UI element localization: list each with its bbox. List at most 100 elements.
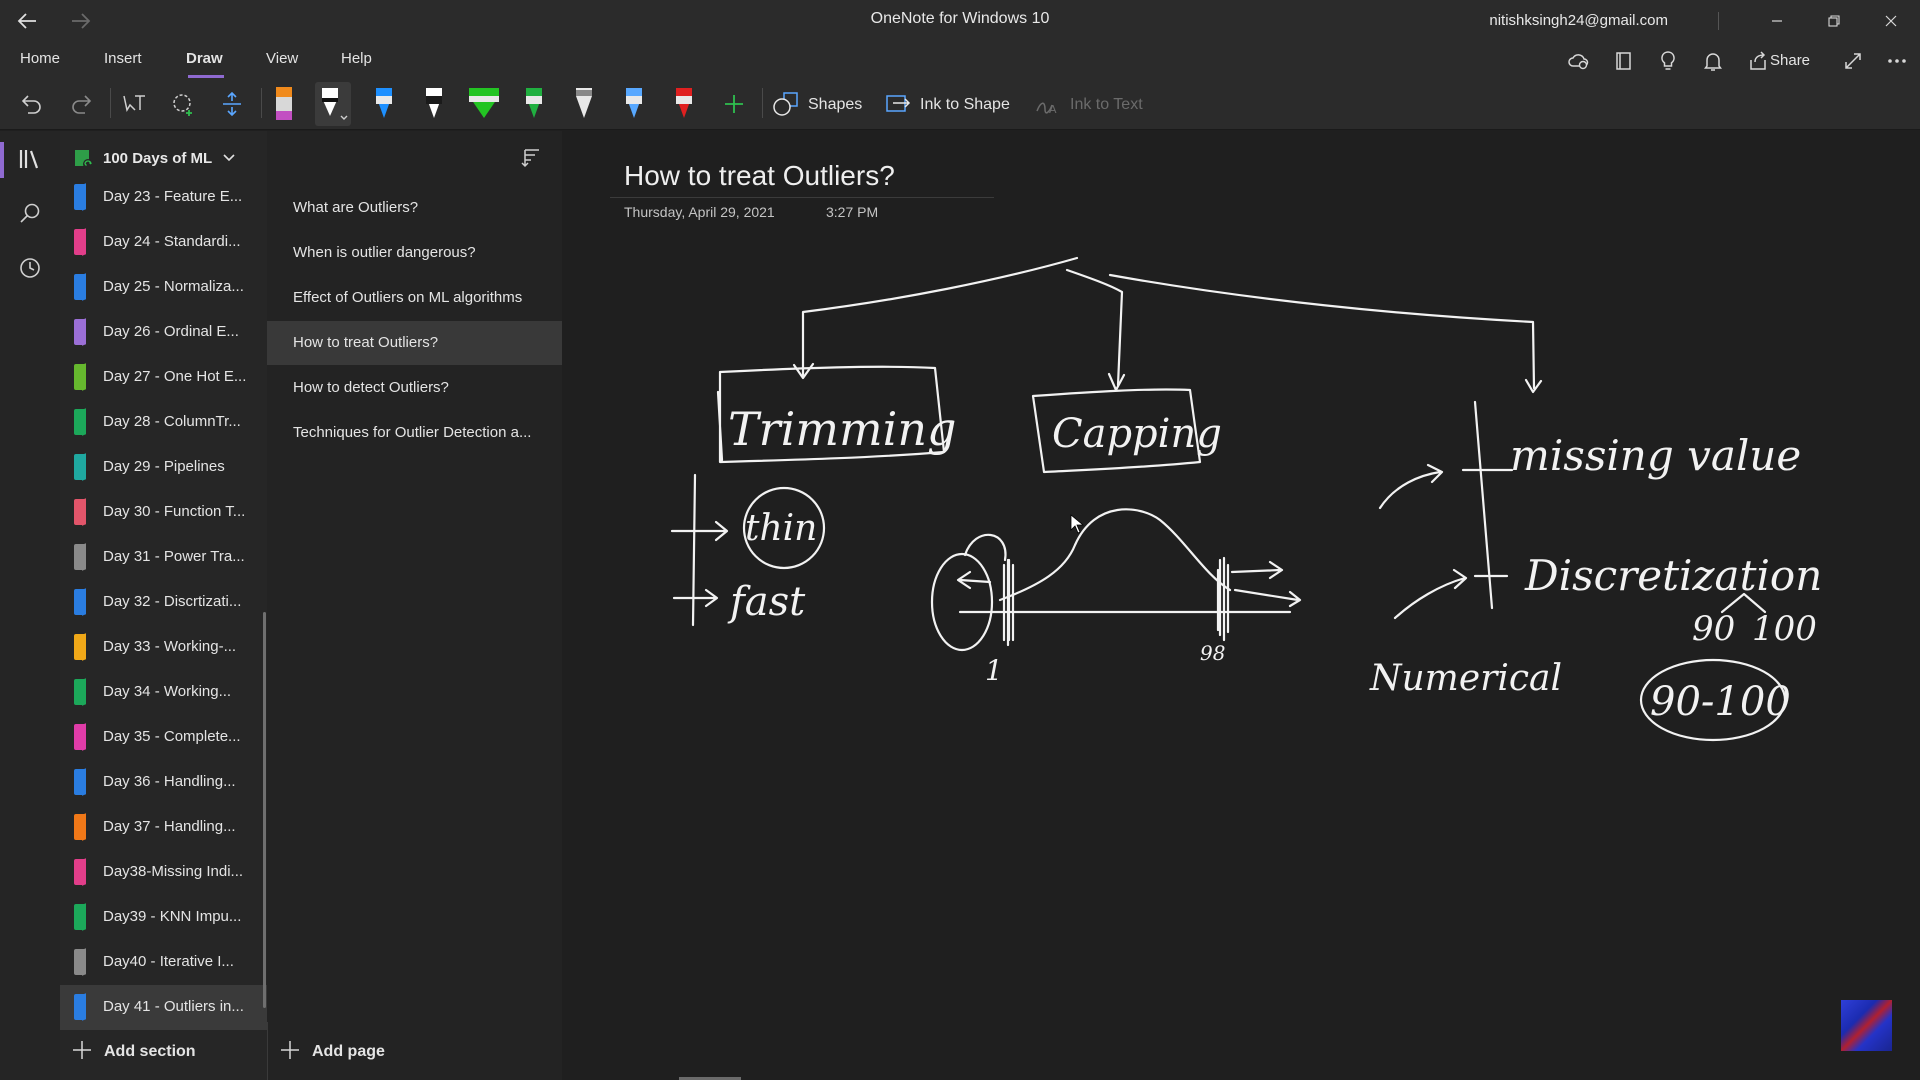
section-item[interactable]: Day38-Missing Indi... (60, 850, 267, 895)
pencil-gray-icon[interactable] (566, 82, 602, 126)
page-item[interactable]: When is outlier dangerous? (267, 231, 562, 275)
pen-red-icon[interactable] (666, 82, 702, 126)
share-button[interactable]: Share (1770, 52, 1810, 69)
section-label: Day 30 - Function T... (103, 503, 246, 520)
section-label: Day 34 - Working... (103, 683, 232, 700)
section-item[interactable]: Day 25 - Normaliza... (60, 265, 267, 310)
notebook-name[interactable]: 100 Days of ML (103, 150, 212, 167)
ink-to-shape-button[interactable]: Ink to Shape (920, 96, 1010, 114)
section-label: Day39 - KNN Impu... (103, 908, 242, 925)
section-item[interactable]: Day 33 - Working-... (60, 625, 267, 670)
section-item[interactable]: Day 30 - Function T... (60, 490, 267, 535)
back-arrow-icon[interactable] (4, 0, 50, 42)
shapes-icon[interactable] (768, 82, 804, 126)
lasso-select-icon[interactable] (165, 82, 201, 126)
section-color-tab (74, 859, 84, 885)
page-label: Effect of Outliers on ML algorithms (293, 289, 523, 306)
section-label: Day 31 - Power Tra... (103, 548, 245, 565)
section-item[interactable]: Day 28 - ColumnTr... (60, 400, 267, 445)
share-icon[interactable] (1743, 46, 1773, 76)
section-label: Day38-Missing Indi... (103, 863, 244, 880)
sync-status-icon[interactable] (1564, 46, 1594, 76)
page-item[interactable]: Effect of Outliers on ML algorithms (267, 276, 562, 320)
section-color-tab (74, 634, 84, 660)
section-label: Day 29 - Pipelines (103, 458, 225, 475)
add-pen-icon[interactable] (716, 82, 752, 126)
section-item[interactable]: Day40 - Iterative I... (60, 940, 267, 985)
highlighter-green-icon[interactable] (466, 82, 502, 126)
plus-icon[interactable] (280, 1040, 300, 1065)
section-item[interactable]: Day 29 - Pipelines (60, 445, 267, 490)
section-item[interactable]: Day 27 - One Hot E... (60, 355, 267, 400)
bell-icon[interactable] (1698, 46, 1728, 76)
section-color-tab (74, 724, 84, 750)
type-select-icon[interactable] (116, 82, 152, 126)
tab-view[interactable]: View (266, 50, 298, 67)
search-icon[interactable] (14, 197, 46, 229)
section-item[interactable]: Day39 - KNN Impu... (60, 895, 267, 940)
section-label: Day 36 - Handling... (103, 773, 236, 790)
sections-scrollbar[interactable] (263, 612, 266, 1008)
plus-icon[interactable] (72, 1040, 92, 1065)
section-color-tab (74, 679, 84, 705)
pen-white-icon[interactable] (416, 82, 452, 126)
section-label: Day 27 - One Hot E... (103, 368, 247, 385)
toolbar-divider (110, 88, 111, 118)
redo-icon[interactable] (64, 82, 100, 126)
notebooks-icon[interactable] (14, 143, 46, 175)
pen-blue-icon[interactable] (366, 82, 402, 126)
section-item[interactable]: Day 41 - Outliers in... (60, 985, 267, 1030)
shapes-button[interactable]: Shapes (808, 96, 862, 114)
pen-light-blue-icon[interactable] (616, 82, 652, 126)
add-section-button[interactable]: Add section (104, 1043, 196, 1061)
section-item[interactable]: Day 35 - Complete... (60, 715, 267, 760)
fullscreen-icon[interactable] (1838, 46, 1868, 76)
close-button[interactable] (1868, 0, 1914, 42)
section-item[interactable]: Day 23 - Feature E... (60, 175, 267, 220)
page-item[interactable]: How to detect Outliers? (267, 366, 562, 410)
undo-icon[interactable] (13, 82, 49, 126)
section-item[interactable]: Day 36 - Handling... (60, 760, 267, 805)
section-item[interactable]: Day 24 - Standardi... (60, 220, 267, 265)
section-item[interactable]: Day 32 - Discrtizati... (60, 580, 267, 625)
title-divider (1718, 12, 1719, 30)
section-item[interactable]: Day 31 - Power Tra... (60, 535, 267, 580)
section-color-tab (74, 994, 84, 1020)
chevron-down-icon[interactable] (222, 150, 236, 169)
pen-green-icon[interactable] (516, 82, 552, 126)
page-label: What are Outliers? (293, 199, 419, 216)
section-color-tab (74, 499, 84, 525)
tab-home[interactable]: Home (20, 50, 60, 67)
ink-to-text-button: Ink to Text (1070, 96, 1143, 113)
restore-button[interactable] (1811, 0, 1857, 42)
page-item[interactable]: What are Outliers? (267, 186, 562, 230)
immersive-reader-icon[interactable] (1609, 46, 1639, 76)
page-item[interactable]: How to treat Outliers? (267, 321, 562, 365)
lightbulb-icon[interactable] (1653, 46, 1683, 76)
tab-help[interactable]: Help (341, 50, 372, 67)
highlighter-orange-icon[interactable] (266, 82, 302, 126)
pen-white-selected-icon[interactable] (315, 82, 351, 126)
sort-pages-icon[interactable] (520, 147, 542, 174)
tab-insert[interactable]: Insert (104, 50, 142, 67)
recent-notes-clock-icon[interactable] (14, 252, 46, 284)
ink-to-shape-icon[interactable] (880, 82, 916, 126)
tab-draw[interactable]: Draw (186, 50, 223, 67)
section-color-tab (74, 769, 84, 795)
section-label: Day 37 - Handling... (103, 818, 236, 835)
minimize-button[interactable] (1754, 0, 1800, 42)
page-item[interactable]: Techniques for Outlier Detection a... (267, 411, 562, 455)
page-label: When is outlier dangerous? (293, 244, 476, 261)
section-item[interactable]: Day 34 - Working... (60, 670, 267, 715)
add-space-icon[interactable] (214, 82, 250, 126)
section-color-tab (74, 184, 84, 210)
section-item[interactable]: Day 26 - Ordinal E... (60, 310, 267, 355)
note-canvas[interactable] (562, 131, 1920, 1080)
more-options-icon[interactable] (1882, 46, 1912, 76)
page-title[interactable]: How to treat Outliers? (624, 160, 895, 192)
section-item[interactable]: Day 37 - Handling... (60, 805, 267, 850)
section-label: Day 28 - ColumnTr... (103, 413, 241, 430)
account-email[interactable]: nitishksingh24@gmail.com (1489, 12, 1668, 29)
add-page-button[interactable]: Add page (312, 1043, 385, 1061)
forward-arrow-icon[interactable] (58, 0, 104, 42)
